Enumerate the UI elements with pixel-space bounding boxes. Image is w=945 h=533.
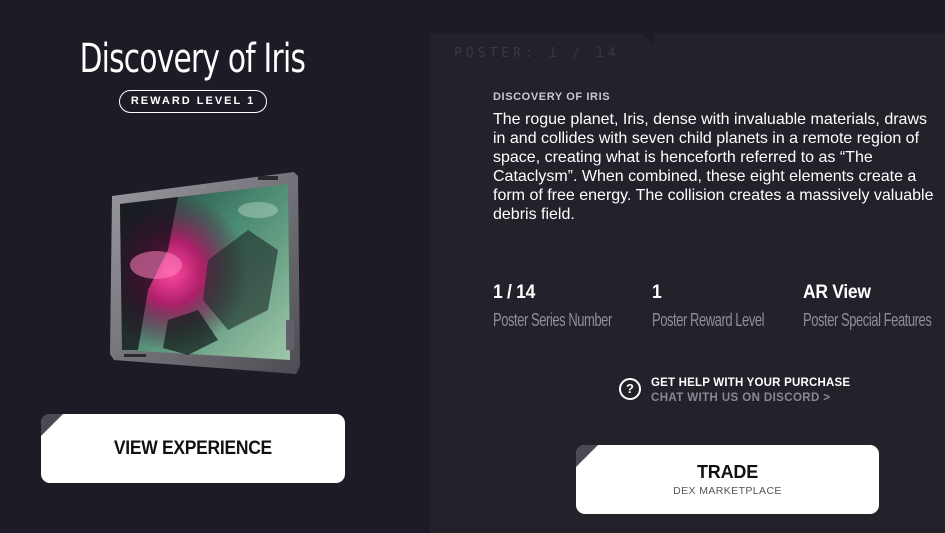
stat-label: Poster Series Number <box>493 310 612 330</box>
trade-sublabel: DEX MARKETPLACE <box>673 485 782 497</box>
stat-label: Poster Reward Level <box>652 310 765 330</box>
button-corner-notch <box>576 445 598 467</box>
stat-label: Poster Special Features <box>803 310 932 330</box>
poster-title: Discovery of Iris <box>79 36 306 82</box>
poster-image[interactable] <box>108 170 304 382</box>
stat-value: 1 <box>652 282 662 303</box>
view-experience-label: VIEW EXPERIENCE <box>113 438 273 459</box>
trade-button[interactable]: TRADE DEX MARKETPLACE <box>576 445 879 514</box>
poster-artwork <box>110 172 300 374</box>
stat-series-number: 1 / 14 Poster Series Number <box>493 282 658 331</box>
details-panel-tab <box>430 33 645 45</box>
stat-reward-level: 1 Poster Reward Level <box>652 282 808 331</box>
poster-count: POSTER: 1 / 14 <box>454 46 620 61</box>
stat-value: AR View <box>803 282 871 303</box>
view-experience-button[interactable]: VIEW EXPERIENCE <box>41 414 345 483</box>
discord-chat-link[interactable]: CHAT WITH US ON DISCORD > <box>651 392 830 404</box>
stat-value: 1 / 14 <box>493 282 536 303</box>
description-text: The rogue planet, Iris, dense with inval… <box>493 111 934 223</box>
help-title: GET HELP WITH YOUR PURCHASE <box>651 377 851 389</box>
question-circle-icon: ? <box>619 378 641 400</box>
left-panel: Discovery of Iris REWARD LEVEL 1 VIEW EX… <box>0 0 430 533</box>
trade-label: TRADE <box>697 462 758 482</box>
description-heading: DISCOVERY OF IRIS <box>493 91 611 103</box>
stat-special-features: AR View Poster Special Features <box>803 282 945 331</box>
reward-level-badge: REWARD LEVEL 1 <box>119 90 267 113</box>
details-panel-notch <box>641 33 653 45</box>
button-corner-notch <box>41 414 63 436</box>
